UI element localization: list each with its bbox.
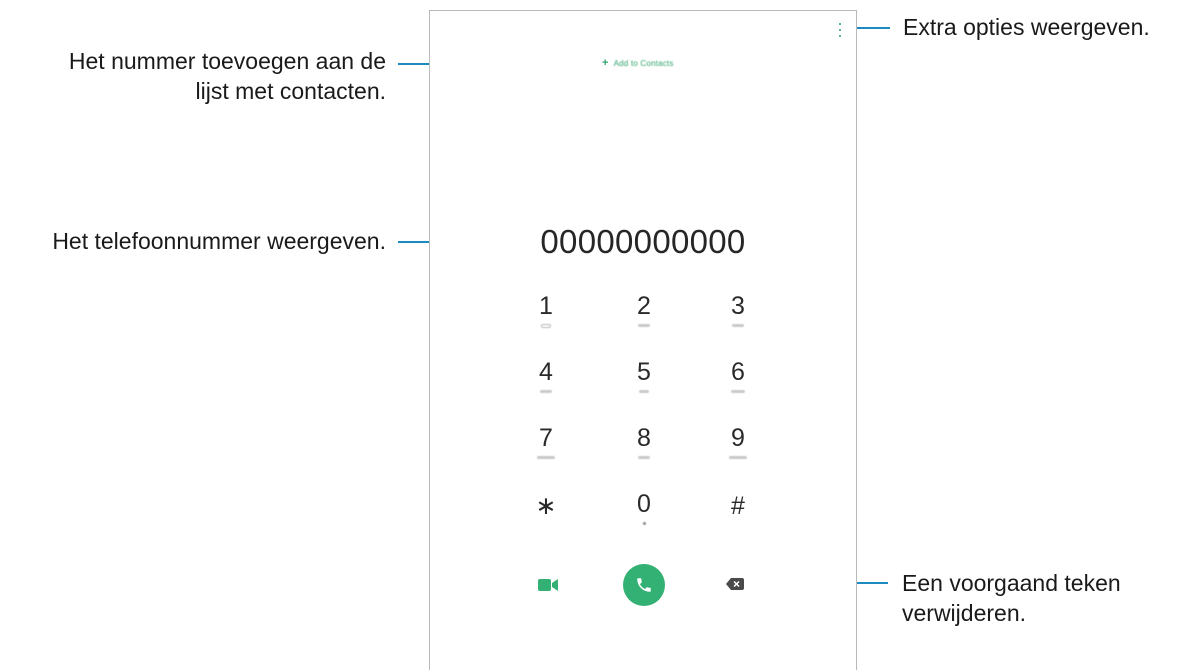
plus-dot bbox=[642, 522, 646, 525]
key-letters bbox=[638, 324, 650, 327]
key-digit: 1 bbox=[539, 292, 553, 320]
key-digit: 8 bbox=[637, 424, 651, 452]
plus-icon: + bbox=[602, 56, 609, 69]
callout-backspace-line2: verwijderen. bbox=[902, 600, 1026, 626]
key-digit: 2 bbox=[637, 292, 651, 320]
callout-add-contact: Het nummer toevoegen aan de lijst met co… bbox=[69, 46, 386, 106]
phone-screen: + Add to Contacts 00000000000 1 2 3 4 5 … bbox=[429, 10, 857, 670]
key-digit: 7 bbox=[539, 424, 553, 452]
key-digit: ∗ bbox=[535, 492, 557, 520]
key-digit: # bbox=[731, 492, 745, 520]
key-letters bbox=[729, 456, 747, 459]
call-button[interactable] bbox=[623, 564, 665, 606]
callout-more-options-text: Extra opties weergeven. bbox=[903, 14, 1150, 40]
phone-number-display[interactable]: 00000000000 bbox=[430, 223, 856, 261]
add-to-contacts-label: Add to Contacts bbox=[613, 58, 674, 68]
phone-call-icon bbox=[637, 578, 651, 592]
key-letters bbox=[639, 390, 649, 393]
key-star[interactable]: ∗ bbox=[506, 491, 586, 547]
key-letters bbox=[638, 456, 650, 459]
callout-phone-number: Het telefoonnummer weergeven. bbox=[52, 226, 386, 256]
key-letters bbox=[540, 390, 552, 393]
key-5[interactable]: 5 bbox=[604, 357, 684, 413]
key-2[interactable]: 2 bbox=[604, 291, 684, 347]
callout-backspace-line1: Een voorgaand teken bbox=[902, 570, 1121, 596]
key-7[interactable]: 7 bbox=[506, 423, 586, 479]
add-to-contacts-button[interactable]: + Add to Contacts bbox=[602, 55, 674, 71]
key-0[interactable]: 0 bbox=[604, 489, 684, 545]
key-6[interactable]: 6 bbox=[698, 357, 778, 413]
key-digit: 3 bbox=[731, 292, 745, 320]
voicemail-icon bbox=[541, 324, 551, 328]
key-letters bbox=[732, 324, 744, 327]
key-digit: 9 bbox=[731, 424, 745, 452]
key-letters bbox=[537, 456, 555, 459]
more-options-icon[interactable] bbox=[838, 23, 842, 37]
callout-add-contact-line2: lijst met contacten. bbox=[195, 78, 386, 104]
key-hash[interactable]: # bbox=[698, 491, 778, 547]
callout-add-contact-line1: Het nummer toevoegen aan de bbox=[68, 48, 386, 74]
key-letters bbox=[731, 390, 745, 393]
backspace-icon[interactable] bbox=[726, 578, 744, 590]
key-4[interactable]: 4 bbox=[506, 357, 586, 413]
callout-backspace: Een voorgaand teken verwijderen. bbox=[902, 568, 1121, 628]
video-call-icon[interactable] bbox=[538, 578, 558, 592]
key-1[interactable]: 1 bbox=[506, 291, 586, 347]
callout-more-options: Extra opties weergeven. bbox=[903, 12, 1150, 42]
key-digit: 6 bbox=[731, 358, 745, 386]
key-3[interactable]: 3 bbox=[698, 291, 778, 347]
key-digit: 4 bbox=[539, 358, 553, 386]
key-digit: 0 bbox=[637, 490, 651, 518]
key-digit: 5 bbox=[637, 358, 651, 386]
key-8[interactable]: 8 bbox=[604, 423, 684, 479]
callout-phone-number-text: Het telefoonnummer weergeven. bbox=[52, 228, 386, 254]
key-9[interactable]: 9 bbox=[698, 423, 778, 479]
